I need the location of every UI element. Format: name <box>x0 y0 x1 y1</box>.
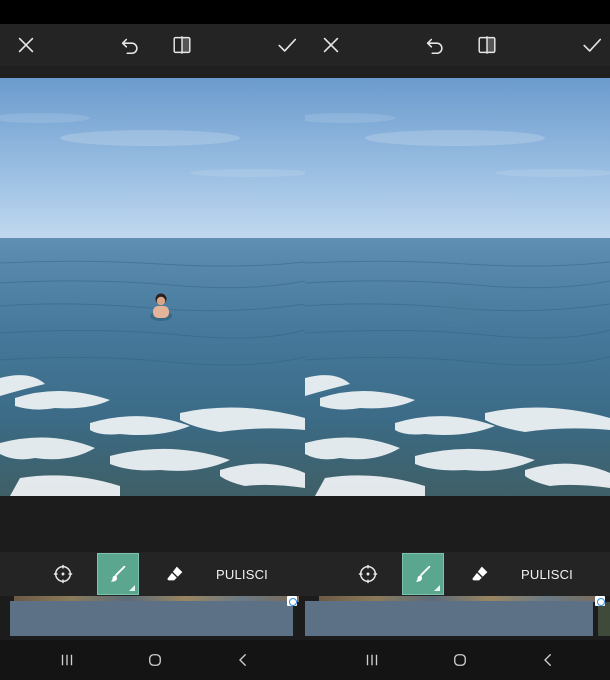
ad-choices-icon[interactable] <box>287 596 297 606</box>
brush-tool-button[interactable] <box>97 553 139 595</box>
home-button[interactable] <box>447 648 473 672</box>
crosshair-icon <box>358 564 378 584</box>
beach-photo-retouched <box>305 78 610 496</box>
tool-bar: PULISCI <box>0 552 305 596</box>
back-icon <box>544 654 551 666</box>
undo-icon <box>121 38 138 55</box>
clear-button[interactable]: PULISCI <box>212 553 272 595</box>
target-tool-button[interactable] <box>353 553 383 595</box>
check-icon <box>583 38 602 52</box>
top-toolbar <box>0 24 305 66</box>
brush-icon <box>110 565 126 582</box>
compare-icon <box>173 36 191 54</box>
system-nav-bar <box>305 640 610 680</box>
undo-button[interactable] <box>117 32 143 58</box>
home-button[interactable] <box>142 648 168 672</box>
canvas-bottom-area <box>305 496 610 552</box>
compare-button[interactable] <box>474 32 500 58</box>
recent-apps-button[interactable] <box>359 648 385 672</box>
eraser-icon <box>167 566 183 581</box>
close-button[interactable] <box>13 32 39 58</box>
eraser-tool-button[interactable] <box>465 553 495 595</box>
crosshair-icon <box>53 564 73 584</box>
ad-area <box>0 596 305 640</box>
canvas-bottom-area <box>0 496 305 552</box>
ad-side-image <box>598 602 610 636</box>
close-button[interactable] <box>318 32 344 58</box>
recent-apps-button[interactable] <box>54 648 80 672</box>
compare-icon <box>478 36 496 54</box>
brush-size-indicator <box>434 585 440 591</box>
ad-choices-icon[interactable] <box>595 596 605 606</box>
status-bar <box>0 0 305 24</box>
target-tool-button[interactable] <box>48 553 78 595</box>
brush-size-indicator <box>129 585 135 591</box>
close-icon <box>323 37 339 53</box>
back-button[interactable] <box>535 648 561 672</box>
back-icon <box>239 654 246 666</box>
ad-banner[interactable] <box>305 601 593 636</box>
editor-panel-after: PULISCI <box>305 0 610 680</box>
recent-apps-icon <box>366 654 378 666</box>
clear-button[interactable]: PULISCI <box>517 553 577 595</box>
apply-button[interactable] <box>579 32 605 58</box>
back-button[interactable] <box>230 648 256 672</box>
canvas-margin <box>305 66 610 78</box>
compare-button[interactable] <box>169 32 195 58</box>
close-icon <box>18 37 34 53</box>
side-by-side-comparison: PULISCI PULISCI <box>0 0 610 680</box>
top-toolbar <box>305 24 610 66</box>
canvas-margin <box>0 66 305 78</box>
system-nav-bar <box>0 640 305 680</box>
brush-icon <box>415 565 431 582</box>
photo-canvas[interactable] <box>305 78 610 496</box>
ad-area <box>305 596 610 640</box>
undo-button[interactable] <box>422 32 448 58</box>
apply-button[interactable] <box>274 32 300 58</box>
ad-banner[interactable] <box>10 601 293 636</box>
undo-icon <box>426 38 443 55</box>
beach-photo <box>0 78 305 496</box>
check-icon <box>278 38 297 52</box>
recent-apps-icon <box>61 654 73 666</box>
photo-canvas[interactable] <box>0 78 305 496</box>
eraser-tool-button[interactable] <box>160 553 190 595</box>
brush-tool-button[interactable] <box>402 553 444 595</box>
home-icon <box>149 654 161 666</box>
status-bar <box>305 0 610 24</box>
editor-panel-before: PULISCI <box>0 0 305 680</box>
eraser-icon <box>472 566 488 581</box>
home-icon <box>454 654 466 666</box>
tool-bar: PULISCI <box>305 552 610 596</box>
